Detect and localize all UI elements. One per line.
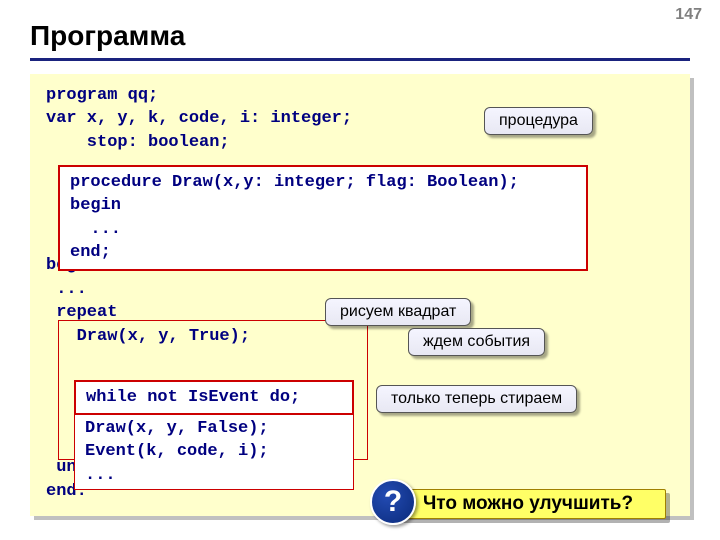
page-title: Программа [30, 20, 185, 52]
callout-draw: рисуем квадрат [325, 298, 471, 326]
question-banner: Что можно улучшить? [390, 489, 666, 519]
while-code: while not IsEvent do; [86, 386, 342, 409]
procedure-box: procedure Draw(x,y: integer; flag: Boole… [58, 165, 588, 271]
page-number: 147 [675, 6, 702, 24]
drawfalse-box: Draw(x, y, False); Event(k, code, i); ..… [74, 414, 354, 490]
while-box: while not IsEvent do; [74, 380, 354, 415]
question-mark-icon: ? [370, 479, 416, 525]
callout-wait: ждем события [408, 328, 545, 356]
title-rule [30, 58, 690, 61]
callout-procedure: процедура [484, 107, 593, 135]
code-line-1: program qq; [46, 84, 674, 107]
drawfalse-code: Draw(x, y, False); Event(k, code, i); ..… [85, 417, 343, 487]
callout-erase: только теперь стираем [376, 385, 577, 413]
procedure-code: procedure Draw(x,y: integer; flag: Boole… [70, 171, 576, 265]
